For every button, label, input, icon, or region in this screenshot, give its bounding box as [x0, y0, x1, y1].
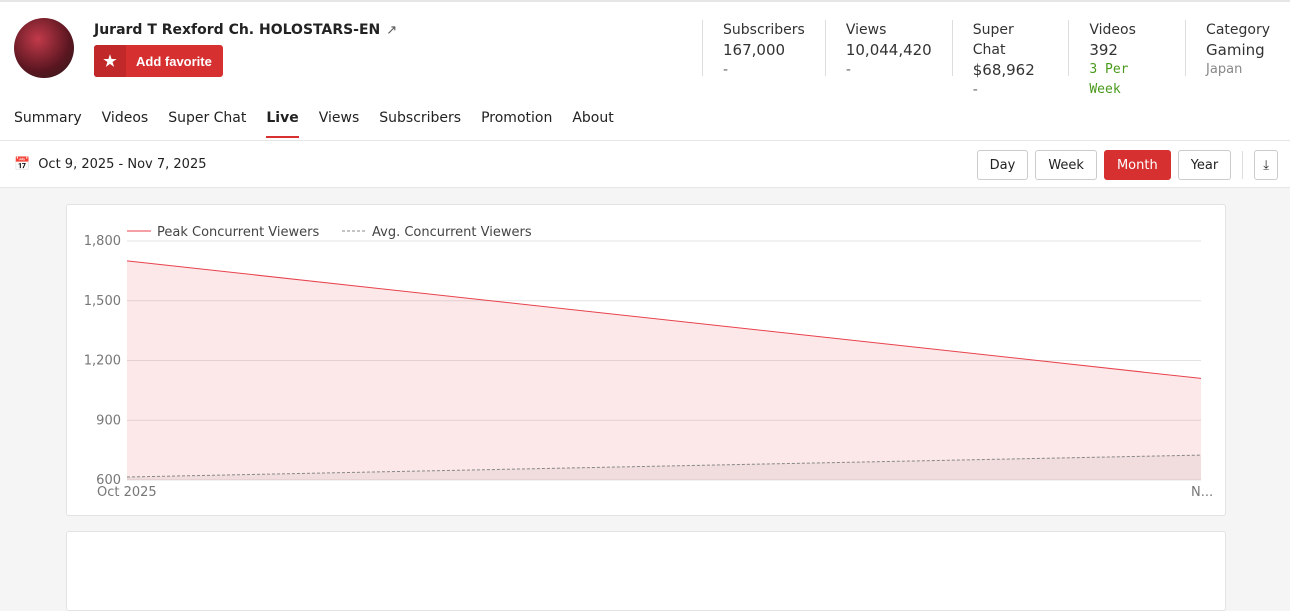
- stat-videos: Videos 392 3 Per Week: [1068, 20, 1185, 97]
- stat-category: Category Gaming Japan: [1185, 20, 1290, 77]
- tab-promotion[interactable]: Promotion: [481, 110, 552, 138]
- y-tick-label: 900: [96, 413, 121, 428]
- tab-views[interactable]: Views: [319, 110, 360, 138]
- tab-super-chat[interactable]: Super Chat: [168, 110, 246, 138]
- tab-summary[interactable]: Summary: [14, 110, 82, 138]
- secondary-card: [66, 531, 1226, 611]
- chart-svg: 1,8001,5001,200900600Oct 2025 N...Peak Co…: [84, 225, 1213, 500]
- x-tick-label: N...: [1191, 485, 1213, 500]
- tab-videos[interactable]: Videos: [102, 110, 149, 138]
- stats: Subscribers 167,000- Views 10,044,420- Sup…: [702, 20, 1290, 98]
- tab-about[interactable]: About: [572, 110, 613, 138]
- stat-views: Views 10,044,420-: [824, 20, 952, 78]
- x-tick-label: Oct 2025: [97, 485, 157, 500]
- channel-header: Jurard T Rexford Ch. HOLOSTARS-EN ↗ ★ Add …: [0, 0, 1290, 140]
- period-month-button[interactable]: Month: [1103, 150, 1171, 180]
- calendar-icon: 📅: [14, 157, 31, 172]
- series-area-0: [127, 260, 1201, 480]
- divider: [1242, 151, 1244, 179]
- date-range-picker[interactable]: 📅 Oct 9, 2025 - Nov 7, 2025: [14, 157, 207, 172]
- stat-superchat: Super Chat $68,962-: [951, 20, 1069, 98]
- tab-subscribers[interactable]: Subscribers: [379, 110, 461, 138]
- period-selector: Day Week Month Year ⤓: [976, 150, 1278, 180]
- star-icon: ★: [94, 45, 126, 77]
- period-week-button[interactable]: Week: [1035, 150, 1097, 180]
- legend-label: Peak Concurrent Viewers: [157, 225, 319, 240]
- external-link-icon[interactable]: ↗: [386, 23, 397, 38]
- tab-live[interactable]: Live: [266, 110, 299, 138]
- channel-name: Jurard T Rexford Ch. HOLOSTARS-EN ↗: [94, 22, 398, 38]
- avatar: [14, 18, 74, 78]
- stat-subscribers: Subscribers 167,000-: [702, 20, 825, 78]
- tab-bar: Summary Videos Super Chat Live Views Subscrib…: [14, 110, 614, 138]
- y-tick-label: 1,800: [84, 234, 121, 249]
- period-year-button[interactable]: Year: [1177, 150, 1232, 180]
- period-day-button[interactable]: Day: [976, 150, 1029, 180]
- download-icon[interactable]: ⤓: [1254, 150, 1278, 180]
- add-favorite-button[interactable]: ★ Add favorite: [94, 45, 223, 77]
- y-tick-label: 1,500: [84, 294, 121, 309]
- toolbar: 📅 Oct 9, 2025 - Nov 7, 2025 Day Week Month Y…: [0, 140, 1290, 188]
- live-viewers-chart: 1,800 1,500 1,200 900 600 Oct 2025 N... Peak Co…: [66, 204, 1226, 516]
- legend-label: Avg. Concurrent Viewers: [372, 225, 532, 240]
- y-tick-label: 1,200: [84, 354, 121, 369]
